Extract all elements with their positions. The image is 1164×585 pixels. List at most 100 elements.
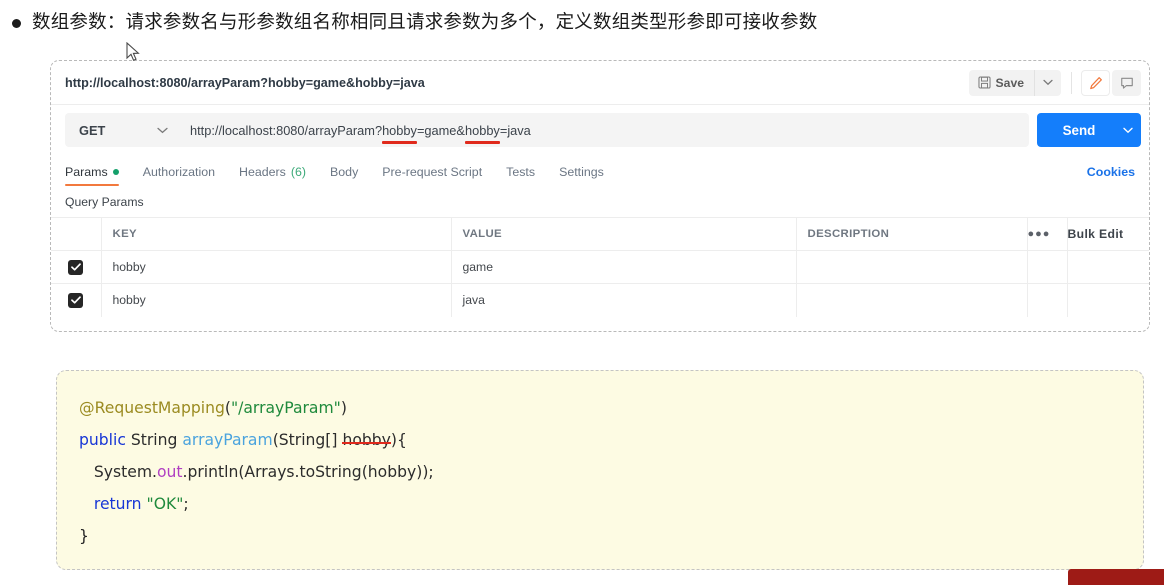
url-row: GET http://localhost:8080/arrayParam? hob… bbox=[51, 105, 1149, 155]
code-keyword-return: return bbox=[79, 495, 147, 513]
comment-button[interactable] bbox=[1112, 69, 1141, 96]
row-bulk-cell bbox=[1067, 250, 1149, 284]
request-title: http://localhost:8080/arrayParam?hobby=g… bbox=[65, 75, 425, 90]
http-method-select[interactable]: GET bbox=[65, 113, 178, 147]
row-key[interactable]: hobby bbox=[101, 283, 452, 317]
code-line-1: @RequestMapping("/arrayParam") bbox=[79, 392, 1143, 424]
panel-toolbar: http://localhost:8080/arrayParam?hobby=g… bbox=[51, 61, 1149, 105]
chevron-down-icon bbox=[157, 127, 168, 133]
row-checkbox[interactable] bbox=[68, 259, 84, 275]
tab-body-label: Body bbox=[330, 165, 359, 179]
row-value[interactable]: game bbox=[451, 250, 797, 284]
url-param1-key: hobby bbox=[382, 122, 417, 144]
bullet-point-icon bbox=[12, 19, 21, 28]
floppy-disk-icon bbox=[977, 76, 991, 89]
code-line-3: System.out.println(Arrays.toString(hobby… bbox=[79, 456, 1143, 488]
page-heading: 数组参数：请求参数名与形参数组名称相同且请求参数为多个，定义数组类型形参即可接收… bbox=[0, 0, 1164, 40]
save-button-group: Save bbox=[968, 69, 1061, 96]
tab-authorization-label: Authorization bbox=[142, 165, 216, 179]
heading-text: 数组参数：请求参数名与形参数组名称相同且请求参数为多个，定义数组类型形参即可接收… bbox=[32, 11, 818, 32]
comment-bubble-icon bbox=[1120, 77, 1133, 89]
row-options[interactable] bbox=[1027, 250, 1068, 284]
bulk-edit-cell: Bulk Edit bbox=[1067, 217, 1149, 251]
mouse-cursor-icon bbox=[126, 42, 140, 62]
table-header-row: KEY VALUE DESCRIPTION ●●● Bulk Edit bbox=[51, 217, 1149, 251]
http-method-label: GET bbox=[79, 122, 106, 138]
row-value[interactable]: java bbox=[451, 283, 797, 317]
pencil-icon bbox=[1089, 76, 1102, 89]
code-field-out: out bbox=[156, 463, 183, 481]
tab-headers-count: (6) bbox=[290, 165, 307, 179]
edit-pencil-button[interactable] bbox=[1081, 69, 1110, 96]
table-row: hobby java bbox=[51, 283, 1149, 317]
chevron-down-icon bbox=[1123, 127, 1133, 133]
save-dropdown-button[interactable] bbox=[1034, 69, 1061, 96]
row-checkbox[interactable] bbox=[68, 292, 84, 308]
row-checkbox-cell bbox=[51, 283, 102, 317]
code-line-2: public String arrayParam(String[] hobby)… bbox=[79, 424, 1143, 456]
tab-pre-request-script[interactable]: Pre-request Script bbox=[382, 165, 482, 186]
code-param-hobby: hobby bbox=[342, 431, 391, 449]
check-icon bbox=[70, 263, 81, 271]
tab-headers-label: Headers bbox=[239, 165, 286, 179]
tab-params-label: Params bbox=[65, 165, 108, 179]
bulk-edit-button[interactable]: Bulk Edit bbox=[1068, 227, 1124, 241]
postman-request-panel: http://localhost:8080/arrayParam?hobby=g… bbox=[50, 60, 1150, 332]
tab-tests-label: Tests bbox=[506, 165, 536, 179]
url-param2-key: hobby bbox=[464, 122, 500, 144]
code-method-name: arrayParam bbox=[182, 431, 273, 449]
bottom-watermark-badge bbox=[1068, 569, 1164, 585]
code-annotation: @RequestMapping bbox=[79, 399, 225, 417]
tab-headers[interactable]: Headers (6) bbox=[239, 165, 306, 186]
code-mapping-path: "/arrayParam" bbox=[230, 399, 341, 417]
table-header-checkbox bbox=[51, 217, 102, 251]
params-modified-dot-icon bbox=[112, 169, 119, 175]
code-line-5: } bbox=[79, 527, 89, 545]
table-row: hobby game bbox=[51, 250, 1149, 284]
code-keyword-public: public bbox=[79, 431, 126, 449]
request-tabs: Params Authorization Headers (6) Body Pr… bbox=[51, 155, 1149, 186]
tab-tests[interactable]: Tests bbox=[506, 165, 535, 186]
code-line-4: return "OK"; bbox=[79, 488, 1143, 520]
url-input[interactable]: http://localhost:8080/arrayParam? hobby =g… bbox=[178, 113, 1029, 147]
code-args-prefix: (String[] bbox=[272, 431, 343, 449]
code-args-suffix: ){ bbox=[390, 431, 407, 449]
tab-body[interactable]: Body bbox=[330, 165, 358, 186]
table-options-button[interactable]: ●●● bbox=[1027, 217, 1068, 251]
tab-authorization[interactable]: Authorization bbox=[143, 165, 215, 186]
row-description[interactable] bbox=[796, 250, 1028, 284]
tab-settings-label: Settings bbox=[559, 165, 604, 179]
tab-settings[interactable]: Settings bbox=[559, 165, 604, 186]
row-description[interactable] bbox=[796, 283, 1028, 317]
code-return-string: "OK" bbox=[146, 495, 184, 513]
url-param1-value: =game& bbox=[416, 122, 465, 138]
row-checkbox-cell bbox=[51, 250, 102, 284]
check-icon bbox=[70, 296, 81, 304]
code-semicolon: ; bbox=[183, 495, 189, 513]
send-dropdown-button[interactable] bbox=[1115, 127, 1141, 134]
send-button[interactable]: Send bbox=[1037, 113, 1141, 147]
table-header-description: DESCRIPTION bbox=[796, 217, 1028, 251]
query-params-label: Query Params bbox=[65, 195, 144, 209]
tab-params[interactable]: Params bbox=[65, 165, 119, 186]
code-println-suffix: .println(Arrays.toString(hobby)); bbox=[182, 463, 434, 481]
save-button-label: Save bbox=[995, 75, 1024, 90]
chevron-down-icon bbox=[1043, 79, 1053, 86]
row-options[interactable] bbox=[1027, 283, 1068, 317]
tab-pre-request-script-label: Pre-request Script bbox=[382, 165, 483, 179]
row-bulk-cell bbox=[1067, 283, 1149, 317]
row-key[interactable]: hobby bbox=[101, 250, 452, 284]
save-button[interactable]: Save bbox=[968, 69, 1034, 96]
java-code-block: @RequestMapping("/arrayParam") public St… bbox=[56, 370, 1144, 570]
query-params-table: KEY VALUE DESCRIPTION ●●● Bulk Edit hobb… bbox=[51, 217, 1149, 317]
url-param2-value: =java bbox=[499, 122, 531, 138]
toolbar-divider bbox=[1071, 71, 1072, 94]
code-println-prefix: System. bbox=[79, 463, 157, 481]
send-button-label: Send bbox=[1062, 122, 1096, 138]
cookies-link[interactable]: Cookies bbox=[1087, 165, 1135, 179]
ellipsis-icon: ●●● bbox=[1027, 228, 1051, 240]
table-header-value: VALUE bbox=[451, 217, 797, 251]
table-header-key: KEY bbox=[101, 217, 452, 251]
code-return-type: String bbox=[125, 431, 183, 449]
url-prefix: http://localhost:8080/arrayParam? bbox=[190, 122, 383, 138]
